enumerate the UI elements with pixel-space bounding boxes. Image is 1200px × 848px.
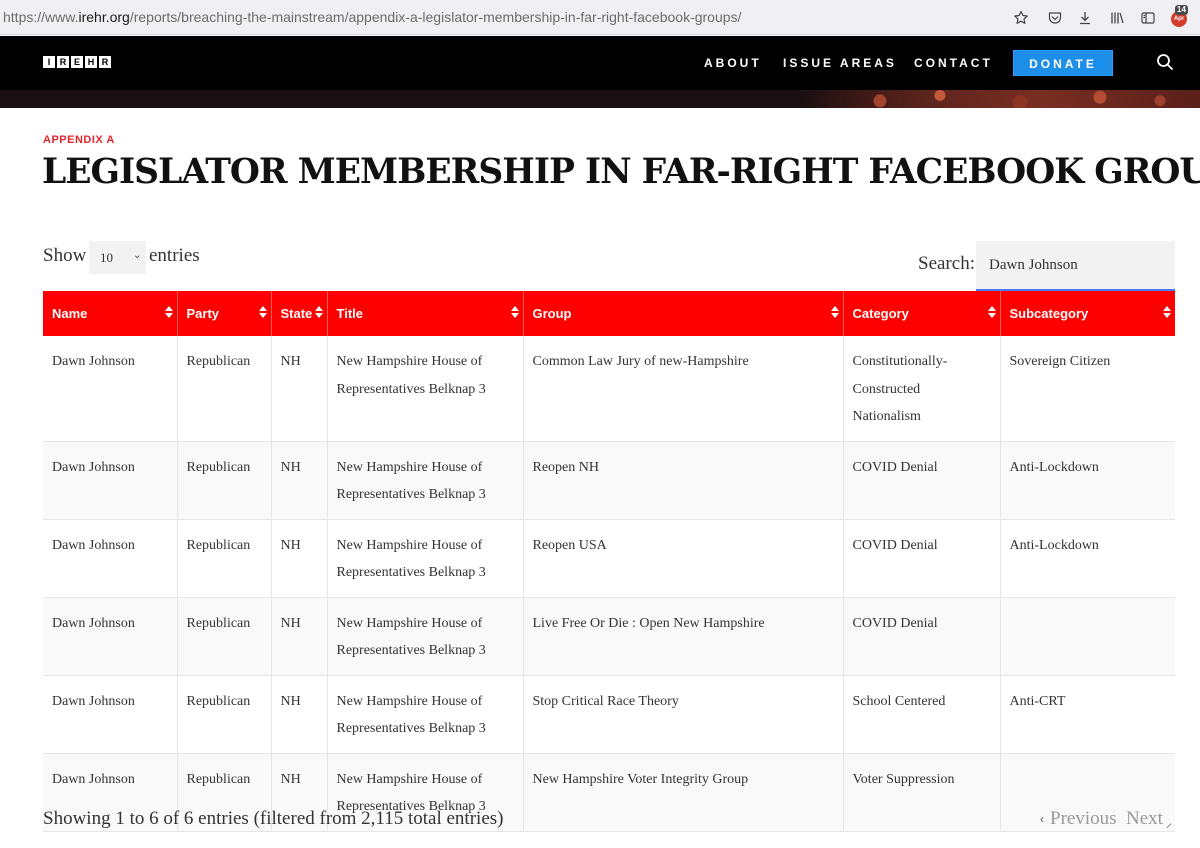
show-label: Show [43, 245, 87, 266]
logo-letter: H [85, 56, 97, 68]
resize-handle-icon: ⸝ [1166, 816, 1173, 830]
column-header-name[interactable]: Name [43, 291, 178, 336]
cell-party: Republican [177, 519, 272, 598]
url-prefix: https://www. [3, 9, 79, 25]
search-icon[interactable] [1156, 53, 1174, 71]
library-icon[interactable] [1107, 8, 1127, 28]
url-path: /reports/breaching-the-mainstream/append… [129, 9, 742, 25]
cell-category: Constitutionally-Constructed Nationalism [843, 336, 1001, 442]
sort-icon [830, 306, 839, 320]
logo-letter: R [57, 56, 69, 68]
scroll-left-icon: ‹ [1040, 812, 1044, 826]
cell-category: COVID Denial [843, 519, 1001, 598]
table-header-row: Name Party State Title Group Category Su… [43, 291, 1175, 336]
cell-title: New Hampshire House of Representatives B… [327, 336, 524, 442]
cell-title: New Hampshire House of Representatives B… [327, 675, 524, 754]
table-row: Dawn Johnson Republican NH New Hampshire… [43, 675, 1175, 754]
column-header-title[interactable]: Title [327, 291, 524, 336]
table-search-input[interactable] [976, 241, 1175, 291]
cell-state: NH [271, 519, 328, 598]
cell-state: NH [271, 441, 328, 520]
entries-per-page-select[interactable]: 10 ⌄ [89, 241, 146, 274]
table-row: Dawn Johnson Republican NH New Hampshire… [43, 441, 1175, 520]
logo-letter: E [71, 56, 83, 68]
cell-group: Reopen USA [523, 519, 844, 598]
sort-icon [987, 306, 996, 320]
cell-subcategory [1000, 597, 1175, 676]
site-logo[interactable]: I R E H R [43, 56, 111, 68]
cell-category: COVID Denial [843, 597, 1001, 676]
address-bar[interactable]: https://www.irehr.org/reports/breaching-… [3, 9, 741, 25]
cell-state: NH [271, 597, 328, 676]
cell-group: Live Free Or Die : Open New Hampshire [523, 597, 844, 676]
cell-category: Voter Suppression [843, 753, 1001, 832]
cell-name: Dawn Johnson [43, 519, 178, 598]
sort-icon [1163, 306, 1171, 320]
star-icon[interactable] [1011, 8, 1031, 28]
cell-name: Dawn Johnson [43, 597, 178, 676]
entries-label: entries [149, 245, 200, 266]
pagination-previous[interactable]: Previous [1050, 808, 1117, 830]
pocket-icon[interactable] [1045, 8, 1065, 28]
donate-button[interactable]: DONATE [1013, 50, 1113, 76]
column-header-subcategory[interactable]: Subcategory [1000, 291, 1175, 336]
search-label: Search: [918, 253, 975, 274]
nav-issue-areas[interactable]: ISSUE AREAS [783, 56, 897, 70]
cell-subcategory: Anti-CRT [1000, 675, 1175, 754]
table-info: Showing 1 to 6 of 6 entries (filtered fr… [43, 808, 504, 829]
extension-badge-count: 14 [1175, 5, 1188, 15]
cell-party: Republican [177, 597, 272, 676]
cell-party: Republican [177, 675, 272, 754]
column-header-party[interactable]: Party [177, 291, 272, 336]
cell-category: COVID Denial [843, 441, 1001, 520]
sort-icon [258, 306, 267, 320]
table-row: Dawn Johnson Republican NH New Hampshire… [43, 336, 1175, 442]
cell-title: New Hampshire House of Representatives B… [327, 597, 524, 676]
table-row: Dawn Johnson Republican NH New Hampshire… [43, 519, 1175, 598]
cell-group: New Hampshire Voter Integrity Group [523, 753, 844, 832]
logo-letter: R [99, 56, 111, 68]
cell-name: Dawn Johnson [43, 675, 178, 754]
column-header-state[interactable]: State [271, 291, 328, 336]
sort-icon [164, 306, 173, 320]
cell-title: New Hampshire House of Representatives B… [327, 519, 524, 598]
entries-select-value: 10 [100, 250, 113, 265]
appendix-label: APPENDIX A [43, 134, 115, 146]
cell-state: NH [271, 675, 328, 754]
cell-name: Dawn Johnson [43, 441, 178, 520]
column-header-group[interactable]: Group [523, 291, 844, 336]
cell-group: Stop Critical Race Theory [523, 675, 844, 754]
nav-contact[interactable]: CONTACT [914, 56, 993, 70]
cell-state: NH [271, 336, 328, 442]
cell-group: Reopen NH [523, 441, 844, 520]
extension-icon[interactable]: Apr 14 [1170, 5, 1190, 27]
legislator-table: Name Party State Title Group Category Su… [43, 291, 1175, 832]
page-title: LEGISLATOR MEMBERSHIP IN FAR-RIGHT FACEB… [42, 151, 1200, 192]
cell-group: Common Law Jury of new-Hampshire [523, 336, 844, 442]
logo-letter: I [43, 56, 55, 68]
cell-subcategory: Anti-Lockdown [1000, 441, 1175, 520]
chevron-down-icon: ⌄ [133, 250, 142, 261]
cell-subcategory: Anti-Lockdown [1000, 519, 1175, 598]
cell-category: School Centered [843, 675, 1001, 754]
url-domain: irehr.org [78, 9, 130, 25]
pagination-next[interactable]: Next [1126, 808, 1163, 830]
cell-name: Dawn Johnson [43, 336, 178, 442]
hero-image-strip [0, 90, 1200, 108]
download-icon[interactable] [1075, 8, 1095, 28]
browser-toolbar: https://www.irehr.org/reports/breaching-… [0, 0, 1200, 35]
cell-party: Republican [177, 441, 272, 520]
sort-icon [510, 306, 519, 320]
sidebar-icon[interactable] [1138, 8, 1158, 28]
sort-icon [314, 306, 323, 320]
column-header-category[interactable]: Category [843, 291, 1001, 336]
cell-party: Republican [177, 336, 272, 442]
cell-subcategory: Sovereign Citizen [1000, 336, 1175, 442]
nav-about[interactable]: ABOUT [704, 56, 762, 70]
cell-title: New Hampshire House of Representatives B… [327, 441, 524, 520]
table-row: Dawn Johnson Republican NH New Hampshire… [43, 597, 1175, 676]
